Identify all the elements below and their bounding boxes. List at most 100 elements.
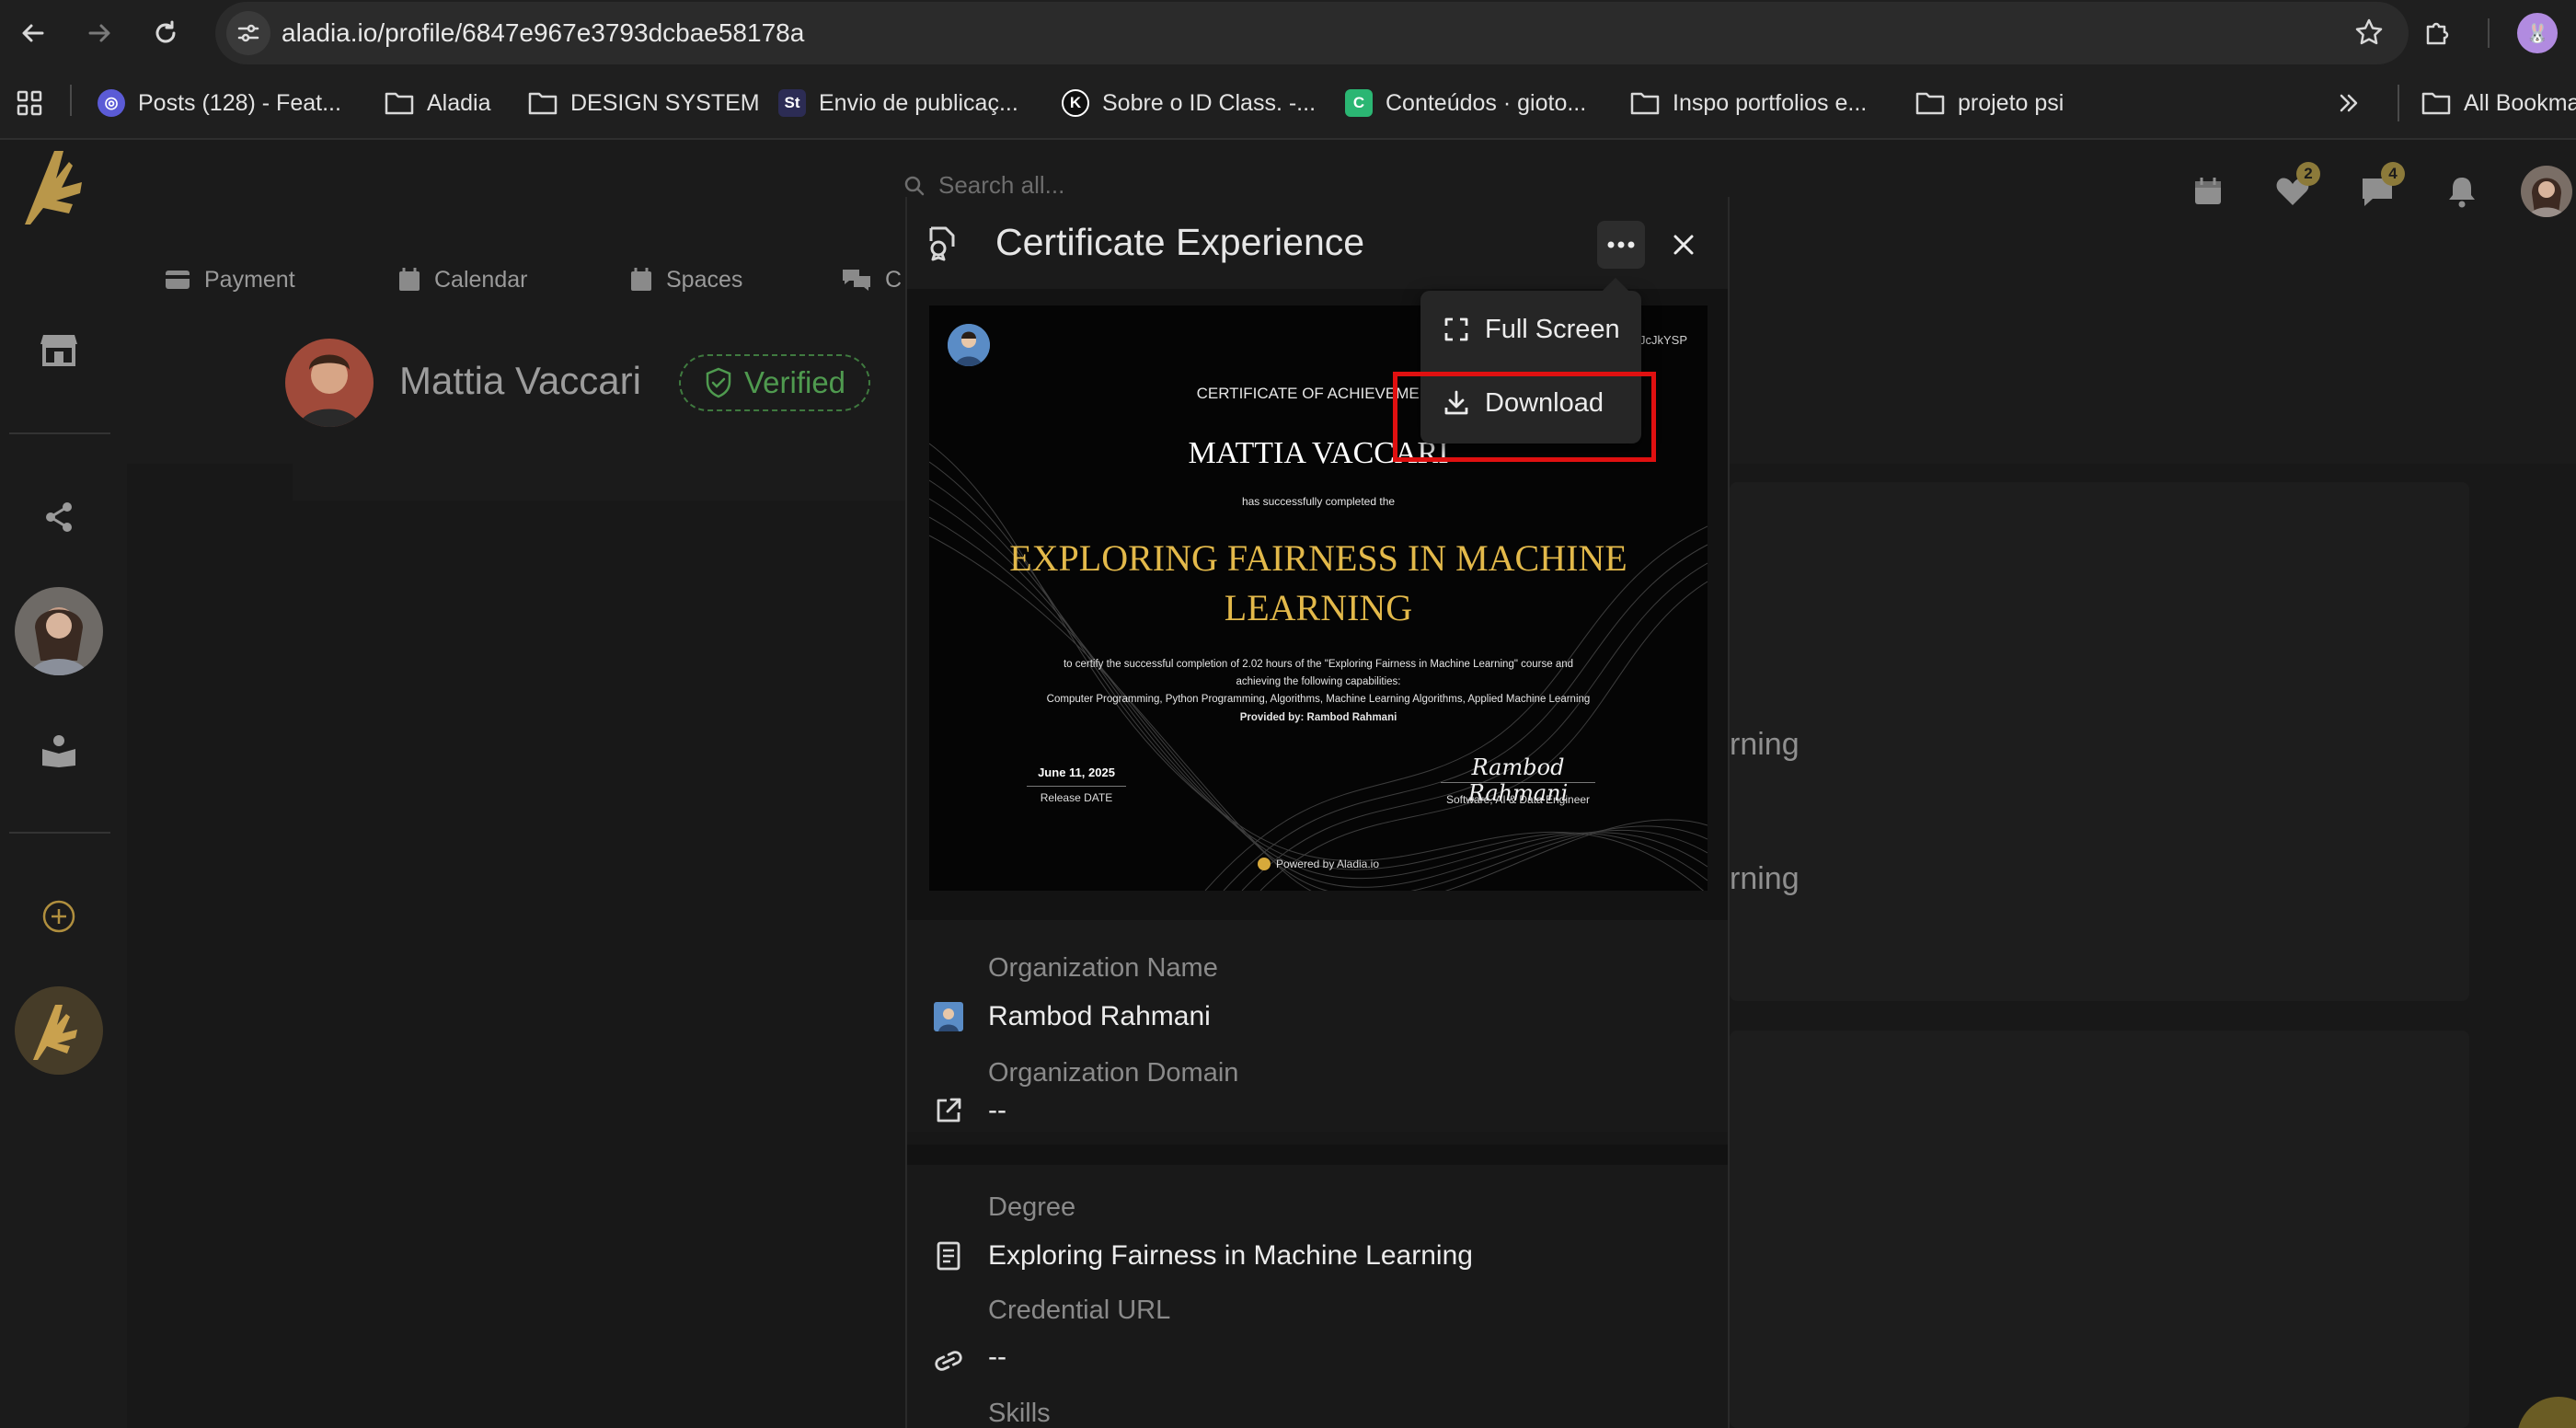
left-sidebar bbox=[0, 140, 118, 1428]
search-placeholder: Search all... bbox=[938, 171, 1065, 199]
folder-icon bbox=[528, 92, 558, 115]
bookmarks-separator bbox=[70, 85, 72, 116]
extensions-button[interactable] bbox=[2414, 11, 2458, 55]
k-favicon-icon: K bbox=[1062, 89, 1089, 117]
close-button[interactable] bbox=[1660, 221, 1708, 269]
more-bookmarks-button[interactable] bbox=[2337, 85, 2361, 121]
org-domain[interactable]: -- bbox=[988, 1095, 1006, 1126]
browser-toolbar: aladia.io/profile/6847e967e3793dcbae5817… bbox=[0, 0, 2576, 66]
certificate-icon bbox=[926, 225, 959, 261]
full-screen-menu-item[interactable]: Full Screen bbox=[1444, 309, 1620, 350]
bookmark-label: Aladia bbox=[427, 89, 491, 116]
likes-badge: 2 bbox=[2296, 162, 2320, 186]
apps-grid-icon[interactable] bbox=[7, 81, 52, 125]
aladia-logo-icon[interactable] bbox=[17, 144, 99, 232]
all-bookmarks-folder[interactable]: All Bookma bbox=[2421, 85, 2576, 121]
tab-label: Spaces bbox=[666, 266, 743, 293]
bookmark-item[interactable]: St Envio de publicaç... bbox=[778, 85, 1018, 121]
link-icon[interactable] bbox=[933, 1345, 964, 1376]
bookmark-label: Posts (128) - Feat... bbox=[138, 89, 341, 116]
experience-card bbox=[1730, 1031, 2469, 1428]
more-options-button[interactable] bbox=[1597, 221, 1645, 269]
search-icon bbox=[904, 176, 925, 195]
powered-by-label: Powered by Aladia.io bbox=[1275, 858, 1380, 870]
tab-calendar[interactable]: Calendar bbox=[397, 263, 527, 296]
external-link-icon[interactable] bbox=[933, 1095, 964, 1126]
certificate-body-line: Computer Programming, Python Programming… bbox=[1046, 694, 1591, 705]
add-space-icon[interactable] bbox=[31, 889, 86, 944]
background-text: rning bbox=[1730, 861, 1800, 896]
tab-payment[interactable]: Payment bbox=[164, 263, 295, 296]
likes-icon[interactable]: 2 bbox=[2269, 162, 2320, 215]
bookmark-label: Envio de publicaç... bbox=[819, 89, 1018, 116]
sidebar-divider bbox=[9, 832, 110, 834]
folder-icon bbox=[1915, 92, 1945, 115]
bookmark-folder[interactable]: DESIGN SYSTEM bbox=[528, 85, 760, 121]
close-icon bbox=[1673, 235, 1694, 255]
aladia-space-avatar[interactable] bbox=[15, 986, 103, 1075]
bookmark-label: All Bookma bbox=[2464, 89, 2576, 116]
org-name: Rambod Rahmani bbox=[988, 1001, 1211, 1031]
certificate-completed-text: has successfully completed the bbox=[1241, 495, 1396, 508]
back-button[interactable] bbox=[11, 11, 55, 55]
global-search[interactable]: Search all... bbox=[903, 171, 1064, 200]
bookmark-star-icon[interactable] bbox=[2353, 17, 2385, 48]
folder-icon bbox=[385, 92, 414, 115]
messages-icon[interactable]: 4 bbox=[2353, 162, 2405, 215]
signature-underline bbox=[1441, 782, 1595, 783]
sidebar-divider bbox=[9, 432, 110, 434]
org-domain-label: Organization Domain bbox=[988, 1058, 1239, 1088]
folder-icon bbox=[1630, 92, 1660, 115]
user-avatar[interactable] bbox=[2521, 166, 2572, 217]
credential-url[interactable]: -- bbox=[988, 1342, 1006, 1373]
back-arrow-icon bbox=[22, 24, 44, 42]
profile-name: Mattia Vaccari bbox=[399, 359, 641, 402]
site-info-button[interactable] bbox=[226, 11, 270, 55]
annotation-highlight-box bbox=[1393, 372, 1656, 462]
store-icon[interactable] bbox=[31, 322, 86, 377]
learning-icon[interactable] bbox=[31, 723, 86, 778]
folder-icon bbox=[2421, 92, 2451, 115]
url-text[interactable]: aladia.io/profile/6847e967e3793dcbae5817… bbox=[282, 18, 804, 48]
bookmark-item[interactable]: K Sobre o ID Class. -... bbox=[1062, 85, 1316, 121]
calendar-icon bbox=[399, 268, 420, 291]
tab-spaces[interactable]: Spaces bbox=[629, 263, 742, 296]
background-text: rning bbox=[1730, 727, 1800, 762]
c-favicon-icon: C bbox=[1345, 89, 1373, 117]
certificate-provider: Provided by: Rambod Rahmani bbox=[1239, 712, 1397, 723]
bookmark-folder[interactable]: projeto psi bbox=[1915, 85, 2064, 121]
verified-badge: Verified bbox=[679, 354, 870, 411]
fullscreen-icon bbox=[1444, 317, 1468, 341]
tab-chat[interactable]: C bbox=[841, 263, 902, 296]
calendar-icon[interactable] bbox=[2184, 167, 2232, 215]
messages-badge: 4 bbox=[2381, 162, 2405, 186]
reload-button[interactable] bbox=[144, 11, 188, 55]
modal-title: Certificate Experience bbox=[995, 221, 1365, 263]
certificate-id: JcJkYSP bbox=[1639, 333, 1687, 347]
verified-label: Verified bbox=[743, 365, 846, 399]
bookmark-label: projeto psi bbox=[1958, 89, 2064, 116]
bookmark-item[interactable]: ◎ Posts (128) - Feat... bbox=[98, 85, 341, 121]
spaces-icon bbox=[631, 268, 651, 291]
degree-label: Degree bbox=[988, 1192, 1076, 1222]
certificate-course: EXPLORING FAIRNESS IN MACHINE LEARNING bbox=[1009, 537, 1627, 628]
forward-button[interactable] bbox=[77, 11, 121, 55]
tune-icon bbox=[237, 24, 259, 42]
bookmark-label: Inspo portfolios e... bbox=[1673, 89, 1868, 116]
bookmark-item[interactable]: C Conteúdos · gioto... bbox=[1345, 85, 1586, 121]
browser-profile-avatar[interactable]: 🐰 bbox=[2517, 13, 2558, 53]
certificate-body-line: achieving the following capabilities: bbox=[1236, 676, 1401, 687]
bookmark-folder[interactable]: Aladia bbox=[385, 85, 491, 121]
community-avatar[interactable] bbox=[15, 587, 103, 675]
section-gap bbox=[907, 1145, 1728, 1165]
address-bar[interactable]: aladia.io/profile/6847e967e3793dcbae5817… bbox=[215, 2, 2409, 64]
app-favicon-icon: ◎ bbox=[98, 89, 125, 117]
bookmark-folder[interactable]: Inspo portfolios e... bbox=[1630, 85, 1867, 121]
tab-label: Calendar bbox=[434, 266, 528, 293]
bell-icon[interactable] bbox=[2438, 167, 2486, 215]
profile-avatar bbox=[285, 339, 374, 427]
share-icon[interactable] bbox=[31, 489, 86, 545]
credit-card-icon bbox=[166, 271, 190, 289]
certificate-date: June 11, 2025 bbox=[1038, 766, 1115, 779]
experience-card bbox=[1730, 482, 2469, 1001]
